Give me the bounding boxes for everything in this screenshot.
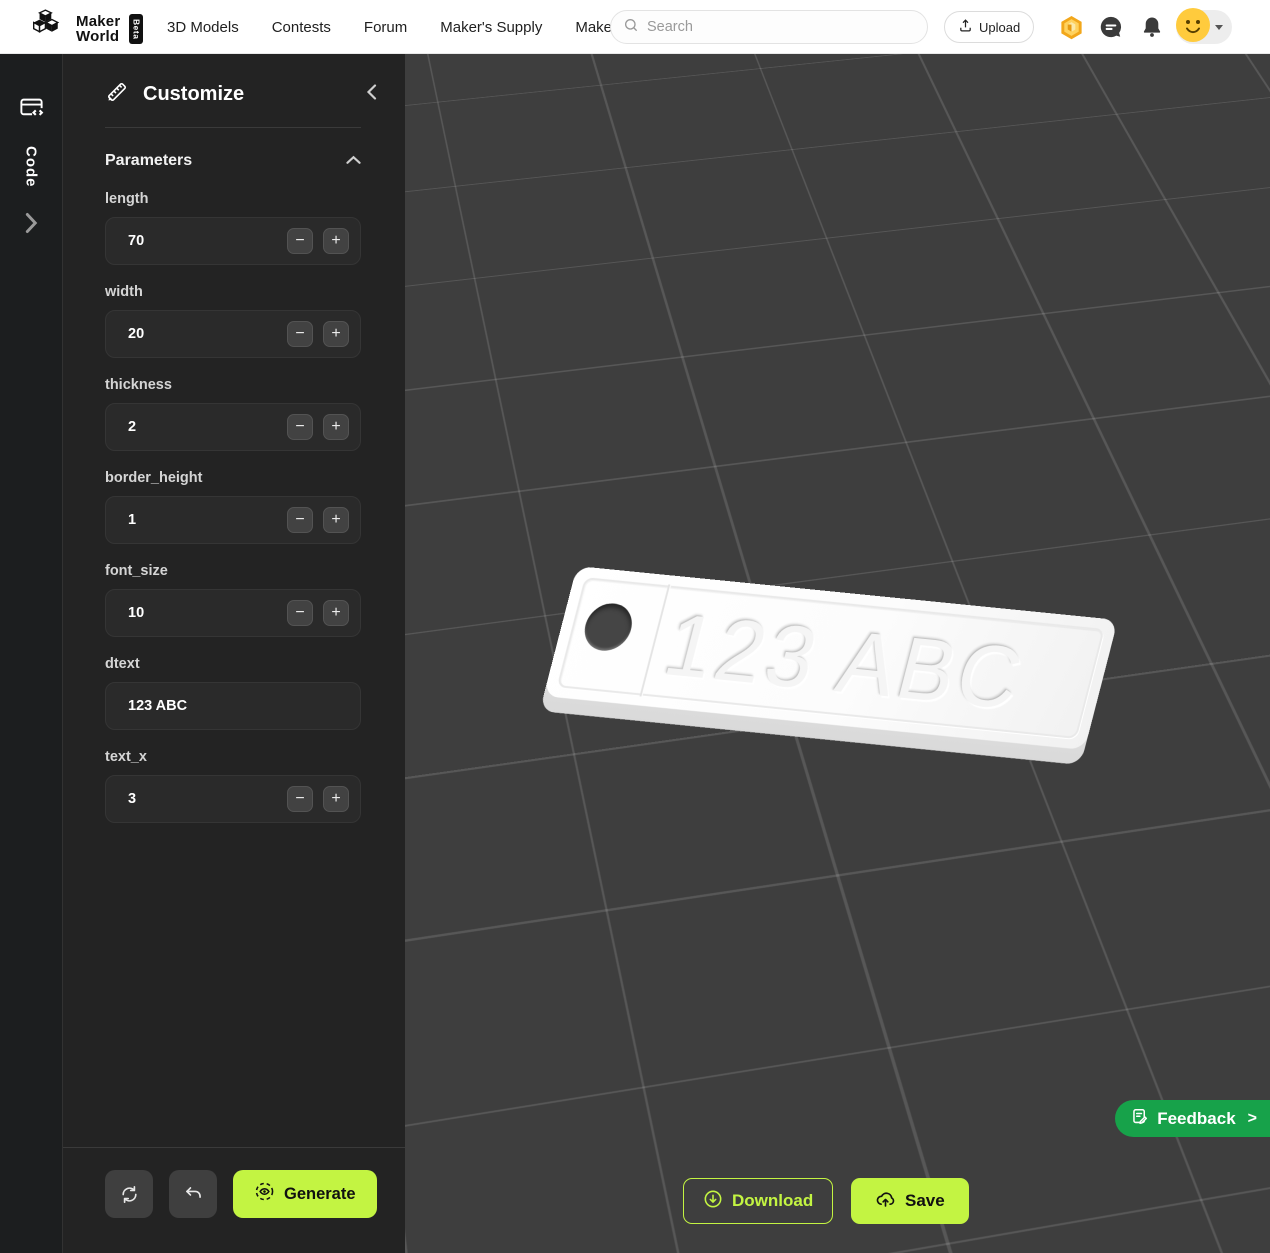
param-length: length 70 − + (63, 191, 405, 265)
code-panel-icon[interactable] (18, 94, 45, 126)
param-text-x: text_x 3 − + (63, 749, 405, 823)
panel-title: Customize (143, 83, 344, 106)
search-bar (610, 10, 928, 44)
avatar (1176, 8, 1210, 47)
save-label: Save (905, 1191, 945, 1211)
param-field: 123 ABC (105, 682, 361, 730)
param-width: width 20 − + (63, 284, 405, 358)
code-label: Code (23, 146, 40, 188)
param-label: text_x (105, 749, 361, 765)
upload-icon (958, 18, 973, 36)
parameters-toggle[interactable]: Parameters (63, 128, 405, 172)
param-label: font_size (105, 563, 361, 579)
param-label: border_height (105, 470, 361, 486)
feedback-label: Feedback (1157, 1109, 1235, 1129)
parameters-title: Parameters (105, 152, 192, 170)
notifications-icon[interactable] (1138, 13, 1166, 41)
preview-eye-icon (254, 1181, 275, 1207)
collapse-panel-button[interactable] (358, 80, 385, 109)
code-rail: Code (0, 54, 63, 1253)
download-icon (703, 1189, 723, 1214)
nav-3d-models[interactable]: 3D Models (167, 19, 239, 36)
param-label: length (105, 191, 361, 207)
makerworld-customizer-page: Maker World Beta 3D Models Contests Foru… (0, 0, 1270, 1253)
param-label: thickness (105, 377, 361, 393)
upload-button[interactable]: Upload (944, 11, 1034, 43)
increment-button[interactable]: + (323, 600, 349, 626)
param-value-input[interactable]: 2 (128, 419, 277, 435)
increment-button[interactable]: + (323, 507, 349, 533)
param-thickness: thickness 2 − + (63, 377, 405, 451)
param-field: 3 − + (105, 775, 361, 823)
feedback-form-icon (1130, 1107, 1149, 1131)
param-field: 2 − + (105, 403, 361, 451)
main-nav: 3D Models Contests Forum Maker's Supply … (167, 0, 642, 54)
param-field: 70 − + (105, 217, 361, 265)
param-field: 20 − + (105, 310, 361, 358)
nav-makers-supply[interactable]: Maker's Supply (440, 19, 542, 36)
undo-button[interactable] (169, 1170, 217, 1218)
expand-chevron-icon[interactable] (23, 212, 39, 239)
search-icon (623, 17, 639, 38)
customize-panel: Customize Parameters (63, 54, 405, 1253)
rewards-badge-icon[interactable] (1057, 13, 1085, 41)
increment-button[interactable]: + (323, 321, 349, 347)
nav-contests[interactable]: Contests (272, 19, 331, 36)
parameters-section: Parameters length 70 − + (63, 128, 405, 1147)
main-area: Code Customize (0, 54, 1270, 1253)
decrement-button[interactable]: − (287, 600, 313, 626)
param-value-input[interactable]: 1 (128, 512, 277, 528)
param-value-input[interactable]: 3 (128, 791, 277, 807)
param-value-input[interactable]: 10 (128, 605, 277, 621)
generate-label: Generate (284, 1185, 356, 1204)
chevron-down-icon (1215, 25, 1223, 30)
param-font-size: font_size 10 − + (63, 563, 405, 637)
param-value-input[interactable]: 70 (128, 233, 277, 249)
dtext-input[interactable]: 123 ABC (128, 698, 349, 714)
beta-badge: Beta (129, 14, 143, 44)
upload-label: Upload (979, 20, 1020, 35)
nav-forum[interactable]: Forum (364, 19, 407, 36)
param-field: 1 − + (105, 496, 361, 544)
increment-button[interactable]: + (323, 786, 349, 812)
account-menu[interactable] (1176, 10, 1232, 44)
brand-logo[interactable]: Maker World Beta (30, 8, 143, 50)
param-label: width (105, 284, 361, 300)
param-label: dtext (105, 656, 361, 672)
panel-footer: Generate (63, 1147, 405, 1253)
param-dtext: dtext 123 ABC (63, 656, 405, 730)
messages-icon[interactable] (1097, 13, 1125, 41)
brand-title: Maker World (76, 14, 120, 44)
chevron-up-icon (346, 152, 361, 170)
generate-button[interactable]: Generate (233, 1170, 377, 1218)
decrement-button[interactable]: − (287, 414, 313, 440)
feedback-arrow-icon: > (1248, 1110, 1257, 1128)
increment-button[interactable]: + (323, 414, 349, 440)
param-field: 10 − + (105, 589, 361, 637)
decrement-button[interactable]: − (287, 786, 313, 812)
decrement-button[interactable]: − (287, 228, 313, 254)
makerworld-logo-icon (30, 8, 67, 50)
param-border-height: border_height 1 − + (63, 470, 405, 544)
decrement-button[interactable]: − (287, 321, 313, 347)
decrement-button[interactable]: − (287, 507, 313, 533)
panel-header: Customize (63, 54, 405, 127)
save-button[interactable]: Save (851, 1178, 969, 1224)
customize-icon (105, 80, 129, 109)
download-button[interactable]: Download (683, 1178, 833, 1224)
search-input[interactable] (647, 19, 915, 35)
cloud-save-icon (875, 1188, 896, 1214)
top-navbar: Maker World Beta 3D Models Contests Foru… (0, 0, 1270, 54)
download-label: Download (732, 1191, 813, 1211)
feedback-button[interactable]: Feedback > (1115, 1100, 1270, 1137)
increment-button[interactable]: + (323, 228, 349, 254)
3d-viewport-canvas[interactable]: 123 ABC Download Save (405, 54, 1270, 1253)
param-value-input[interactable]: 20 (128, 326, 277, 342)
reset-button[interactable] (105, 1170, 153, 1218)
